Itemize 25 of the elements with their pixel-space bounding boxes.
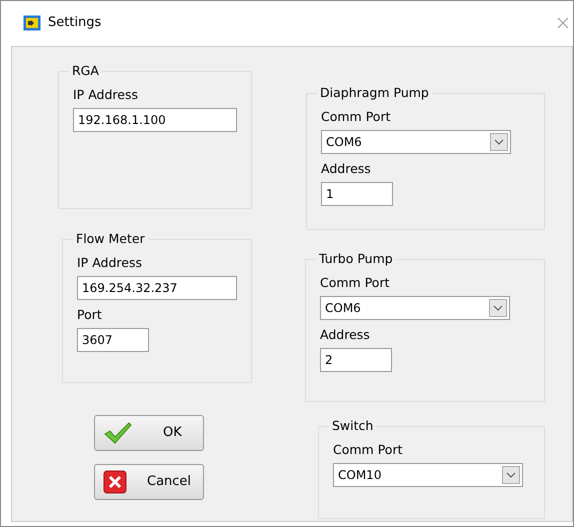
field-label: IP Address <box>77 254 143 272</box>
dropdown-field[interactable]: COM10 <box>333 462 523 487</box>
text-field[interactable]: 1 <box>321 182 393 206</box>
text-field[interactable]: 169.254.32.237 <box>77 276 237 300</box>
app-icon <box>23 15 41 31</box>
text-field[interactable]: 3607 <box>77 328 149 352</box>
check-icon <box>103 421 133 445</box>
text-field[interactable]: 2 <box>320 348 392 372</box>
field-label: IP Address <box>73 86 139 104</box>
group-title: Turbo Pump <box>316 251 396 267</box>
field-label: Port <box>77 306 103 324</box>
field-label: Comm Port <box>321 108 392 126</box>
text-field[interactable]: 192.168.1.100 <box>73 108 237 132</box>
dropdown-field[interactable]: COM6 <box>320 296 510 320</box>
x-icon <box>103 470 127 494</box>
close-icon[interactable] <box>557 17 569 29</box>
ok-button[interactable]: OK <box>94 415 204 451</box>
group-title: Diaphragm Pump <box>317 85 432 101</box>
field-label: Address <box>320 326 371 344</box>
window-title: Settings <box>48 14 102 32</box>
field-label: Comm Port <box>333 441 404 459</box>
cancel-button[interactable]: Cancel <box>94 464 204 500</box>
field-label: Address <box>321 160 372 178</box>
field-label: Comm Port <box>320 274 390 292</box>
dropdown-field[interactable]: COM6 <box>321 130 511 154</box>
